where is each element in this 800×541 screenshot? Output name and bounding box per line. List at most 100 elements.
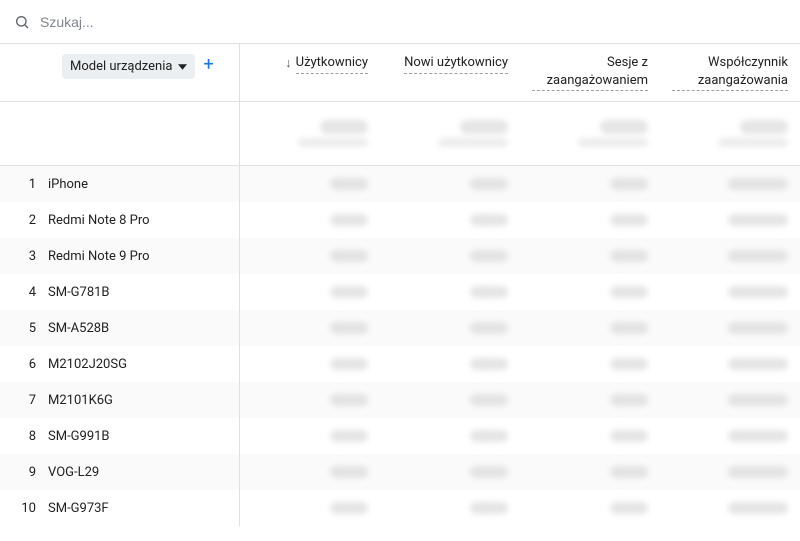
- row-dimension-cell: 1iPhone: [0, 166, 240, 202]
- row-label: iPhone: [48, 177, 88, 192]
- add-dimension-button[interactable]: +: [203, 54, 213, 74]
- metric-label: Współczynnik zaangażowania: [672, 54, 788, 91]
- row-metric-cell: [380, 202, 520, 238]
- totals-cell: [240, 102, 380, 165]
- row-metric-cell: [240, 274, 380, 310]
- redacted-value: [470, 178, 508, 190]
- metric-header-engaged-sessions[interactable]: Sesje z zaangażowaniem: [520, 44, 660, 101]
- arrow-down-icon: ↓: [285, 55, 292, 71]
- totals-cell: [380, 102, 520, 165]
- redacted-value: [470, 250, 508, 262]
- row-metric-cell: [660, 382, 800, 418]
- row-metric-cell: [520, 274, 660, 310]
- search-icon: [14, 14, 30, 30]
- redacted-value: [470, 358, 508, 370]
- redacted-value: [330, 430, 368, 442]
- search-input[interactable]: [40, 14, 786, 30]
- table-row[interactable]: 3Redmi Note 9 Pro: [0, 238, 800, 274]
- row-index: 10: [14, 501, 48, 516]
- row-metric-cell: [240, 382, 380, 418]
- row-metric-cell: [240, 346, 380, 382]
- row-metric-cell: [520, 238, 660, 274]
- redacted-value: [330, 466, 368, 478]
- totals-cell: [520, 102, 660, 165]
- redacted-value: [728, 502, 788, 514]
- row-metric-cell: [240, 418, 380, 454]
- table-row[interactable]: 4SM-G781B: [0, 274, 800, 310]
- totals-row: [0, 102, 800, 166]
- redacted-value: [610, 394, 648, 406]
- redacted-value: [610, 178, 648, 190]
- row-metric-cell: [240, 490, 380, 526]
- row-metric-cell: [660, 274, 800, 310]
- row-metric-cell: [520, 490, 660, 526]
- redacted-value: [728, 430, 788, 442]
- row-metric-cell: [520, 310, 660, 346]
- search-bar[interactable]: [0, 0, 800, 44]
- redacted-value: [610, 286, 648, 298]
- redacted-value: [600, 120, 648, 134]
- row-metric-cell: [240, 202, 380, 238]
- row-metric-cell: [660, 202, 800, 238]
- row-dimension-cell: 2Redmi Note 8 Pro: [0, 202, 240, 238]
- row-label: Redmi Note 9 Pro: [48, 249, 150, 264]
- redacted-value: [740, 120, 788, 134]
- redacted-value: [330, 286, 368, 298]
- table-row[interactable]: 2Redmi Note 8 Pro: [0, 202, 800, 238]
- redacted-value: [330, 394, 368, 406]
- row-index: 2: [14, 213, 48, 228]
- row-dimension-cell: 6M2102J20SG: [0, 346, 240, 382]
- redacted-value: [330, 214, 368, 226]
- redacted-value: [470, 286, 508, 298]
- metric-header-new-users[interactable]: Nowi użytkownicy: [380, 44, 520, 101]
- row-metric-cell: [380, 310, 520, 346]
- row-metric-cell: [660, 346, 800, 382]
- row-metric-cell: [380, 166, 520, 202]
- row-metric-cell: [380, 274, 520, 310]
- table-row[interactable]: 8SM-G991B: [0, 418, 800, 454]
- dimension-selector[interactable]: Model urządzenia: [62, 54, 195, 79]
- dimension-header-cell: Model urządzenia +: [0, 44, 240, 101]
- redacted-value: [320, 120, 368, 134]
- redacted-value: [330, 178, 368, 190]
- row-label: VOG-L29: [48, 465, 99, 480]
- row-metric-cell: [660, 238, 800, 274]
- row-metric-cell: [380, 382, 520, 418]
- row-metric-cell: [240, 454, 380, 490]
- table-row[interactable]: 7M2101K6G: [0, 382, 800, 418]
- metric-label: Nowi użytkownicy: [404, 54, 508, 74]
- row-dimension-cell: 5SM-A528B: [0, 310, 240, 346]
- table-row[interactable]: 5SM-A528B: [0, 310, 800, 346]
- metric-header-engagement-rate[interactable]: Współczynnik zaangażowania: [660, 44, 800, 101]
- row-metric-cell: [660, 418, 800, 454]
- row-dimension-cell: 9VOG-L29: [0, 454, 240, 490]
- row-label: SM-A528B: [48, 321, 109, 336]
- row-metric-cell: [660, 454, 800, 490]
- redacted-value: [610, 250, 648, 262]
- redacted-value: [728, 322, 788, 334]
- row-metric-cell: [380, 418, 520, 454]
- redacted-value: [728, 286, 788, 298]
- table-row[interactable]: 6M2102J20SG: [0, 346, 800, 382]
- redacted-value: [460, 120, 508, 134]
- row-metric-cell: [380, 490, 520, 526]
- table-row[interactable]: 1iPhone: [0, 166, 800, 202]
- metric-header-users[interactable]: ↓ Użytkownicy: [240, 44, 380, 101]
- redacted-value: [330, 502, 368, 514]
- totals-cell: [660, 102, 800, 165]
- redacted-value: [330, 322, 368, 334]
- redacted-value: [330, 358, 368, 370]
- table-row[interactable]: 10SM-G973F: [0, 490, 800, 526]
- redacted-value: [470, 214, 508, 226]
- table-row[interactable]: 9VOG-L29: [0, 454, 800, 490]
- row-metric-cell: [520, 202, 660, 238]
- row-metric-cell: [240, 166, 380, 202]
- row-metric-cell: [520, 418, 660, 454]
- redacted-value: [610, 430, 648, 442]
- redacted-subvalue: [298, 138, 368, 147]
- row-label: M2102J20SG: [48, 357, 127, 372]
- redacted-value: [728, 178, 788, 190]
- redacted-value: [470, 466, 508, 478]
- row-label: Redmi Note 8 Pro: [48, 213, 150, 228]
- row-index: 5: [14, 321, 48, 336]
